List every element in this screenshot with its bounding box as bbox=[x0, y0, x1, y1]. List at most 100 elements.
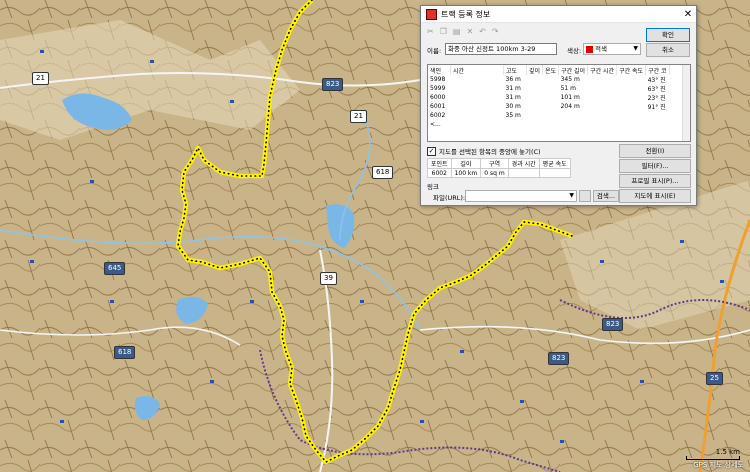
table-cell: 35 m bbox=[505, 112, 521, 119]
table-row[interactable]: 6001 30 m 204 m 91° 진 bbox=[428, 102, 669, 111]
copy-icon[interactable]: ❐ bbox=[440, 27, 447, 36]
table-cell: 23° 진 bbox=[647, 95, 666, 102]
color-label: 색상: bbox=[567, 47, 582, 55]
color-swatch bbox=[586, 45, 593, 53]
table-cell bbox=[451, 111, 504, 120]
track-name-input[interactable]: 화중 아산 신정트 100km 3-29 bbox=[445, 43, 557, 55]
table-cell bbox=[543, 75, 559, 84]
table-cell bbox=[527, 102, 543, 111]
table-row[interactable]: 5999 31 m 51 m 63° 진 bbox=[428, 84, 669, 93]
checkbox-box[interactable]: ✓ bbox=[427, 146, 436, 156]
column-header[interactable]: 시간 bbox=[450, 65, 504, 75]
file-url-select[interactable]: ▼ bbox=[465, 190, 577, 202]
reverse-button[interactable]: 전환(I) bbox=[619, 144, 691, 158]
table-cell: 63° 진 bbox=[647, 86, 666, 93]
column-header[interactable]: 깊이 bbox=[526, 65, 544, 75]
scale-label: 1.5 km bbox=[715, 448, 740, 456]
cut-icon[interactable]: ✂ bbox=[427, 27, 434, 36]
cancel-button[interactable]: 취소 bbox=[646, 43, 690, 57]
table-row[interactable]: <... bbox=[428, 120, 669, 129]
table-header-row: 색인 시간 고도 깊이 온도 구간 길이 구간 시간 구간 속도 구간 코 bbox=[428, 65, 670, 75]
table-cell bbox=[588, 111, 617, 120]
table-cell bbox=[451, 102, 504, 111]
road-number-badge: 618 bbox=[372, 166, 394, 179]
table-cell: 5998 bbox=[430, 76, 446, 83]
table-cell: 51 m bbox=[560, 85, 576, 92]
table-cell bbox=[559, 111, 588, 120]
summary-header-row: 포인트 길이 구역 경과 시간 평균 속도 bbox=[427, 158, 571, 169]
show-profile-button[interactable]: 프로필 표시(P)... bbox=[619, 174, 691, 188]
summary-value: 6002 bbox=[427, 168, 452, 178]
table-cell: 5999 bbox=[430, 85, 446, 92]
road-number-badge: 618 bbox=[114, 346, 136, 359]
column-header[interactable]: 색인 bbox=[428, 65, 451, 75]
color-select[interactable]: 적색 ▼ bbox=[583, 43, 641, 55]
summary-value bbox=[538, 168, 571, 178]
table-cell bbox=[451, 84, 504, 93]
chevron-down-icon: ▼ bbox=[633, 45, 638, 52]
browse-button[interactable]: 검색... bbox=[593, 190, 619, 202]
table-cell bbox=[543, 84, 559, 93]
color-value: 적색 bbox=[595, 45, 607, 53]
table-cell bbox=[588, 84, 617, 93]
summary-value-row: 6002 100 km 0 sq m bbox=[427, 168, 571, 178]
undo-icon[interactable]: ↶ bbox=[479, 27, 486, 36]
column-header[interactable]: 고도 bbox=[503, 65, 527, 75]
ok-button[interactable]: 확인 bbox=[646, 28, 690, 42]
paste-icon[interactable]: ▤ bbox=[453, 27, 461, 36]
name-label: 이름: bbox=[427, 47, 442, 55]
close-icon[interactable]: ✕ bbox=[680, 9, 696, 20]
table-cell bbox=[588, 93, 617, 102]
table-cell bbox=[451, 93, 504, 102]
track-points-table[interactable]: 색인 시간 고도 깊이 온도 구간 길이 구간 시간 구간 속도 구간 코 59… bbox=[427, 64, 691, 142]
table-cell bbox=[527, 93, 543, 102]
track-icon bbox=[426, 8, 437, 20]
table-scrollbar[interactable] bbox=[682, 65, 690, 141]
delete-icon[interactable]: ✕ bbox=[466, 27, 473, 36]
table-cell: 30 m bbox=[505, 103, 521, 110]
show-on-map-button[interactable]: 지도에 표시(E) bbox=[619, 189, 691, 203]
chevron-down-icon: ▼ bbox=[569, 192, 574, 199]
table-cell bbox=[543, 111, 559, 120]
summary-value bbox=[507, 168, 540, 178]
dialog-title: 트랙 등록 정보 bbox=[441, 9, 491, 19]
road-number-badge: 21 bbox=[32, 72, 49, 85]
table-cell bbox=[588, 102, 617, 111]
dialog-titlebar[interactable]: 트랙 등록 정보 ✕ bbox=[421, 6, 696, 23]
table-cell: 101 m bbox=[560, 94, 580, 101]
table-cell bbox=[617, 111, 646, 120]
table-row[interactable]: 5998 36 m 345 m 43° 진 bbox=[428, 75, 669, 84]
table-cell bbox=[527, 75, 543, 84]
table-row[interactable]: 6002 35 m bbox=[428, 111, 669, 120]
table-cell: 43° 진 bbox=[647, 77, 666, 84]
column-header[interactable]: 구간 시간 bbox=[587, 65, 618, 75]
map-credit: GPS 지도 상세도 bbox=[693, 461, 744, 469]
column-header[interactable]: 구간 길이 bbox=[558, 65, 589, 75]
center-checkbox-label: 지도를 선택된 항목의 중앙에 놓기(C) bbox=[439, 148, 541, 156]
filter-button[interactable]: 필터(F)... bbox=[619, 159, 691, 173]
track-properties-dialog: 트랙 등록 정보 ✕ ✂ ❐ ▤ ✕ ↶ ↷ 확인 취소 이름: 화중 아산 신… bbox=[420, 5, 697, 206]
file-url-label: 파일(URL): bbox=[433, 194, 466, 202]
table-cell: 6001 bbox=[430, 103, 446, 110]
road-number-badge: 823 bbox=[548, 352, 570, 365]
table-row[interactable]: 6000 31 m 101 m 23° 진 bbox=[428, 93, 669, 102]
link-open-button[interactable] bbox=[579, 190, 591, 202]
summary-header: 길이 bbox=[450, 158, 482, 169]
table-cell bbox=[617, 75, 646, 84]
column-header[interactable]: 구간 속도 bbox=[616, 65, 647, 75]
summary-header: 구역 bbox=[480, 158, 509, 169]
link-section-label: 링크 bbox=[427, 183, 439, 191]
summary-header: 평균 속도 bbox=[538, 158, 571, 169]
table-cell bbox=[617, 93, 646, 102]
table-cell bbox=[617, 102, 646, 111]
redo-icon[interactable]: ↷ bbox=[492, 27, 499, 36]
table-cell: <... bbox=[430, 121, 441, 128]
summary-value: 100 km bbox=[450, 168, 482, 178]
table-cell bbox=[527, 111, 543, 120]
table-cell bbox=[617, 84, 646, 93]
center-on-map-checkbox[interactable]: ✓ 지도를 선택된 항목의 중앙에 놓기(C) bbox=[427, 146, 541, 156]
column-header[interactable]: 온도 bbox=[542, 65, 560, 75]
column-header[interactable]: 구간 코 bbox=[645, 65, 670, 75]
map-scale: 1.5 km bbox=[686, 448, 740, 460]
table-cell bbox=[646, 111, 669, 120]
